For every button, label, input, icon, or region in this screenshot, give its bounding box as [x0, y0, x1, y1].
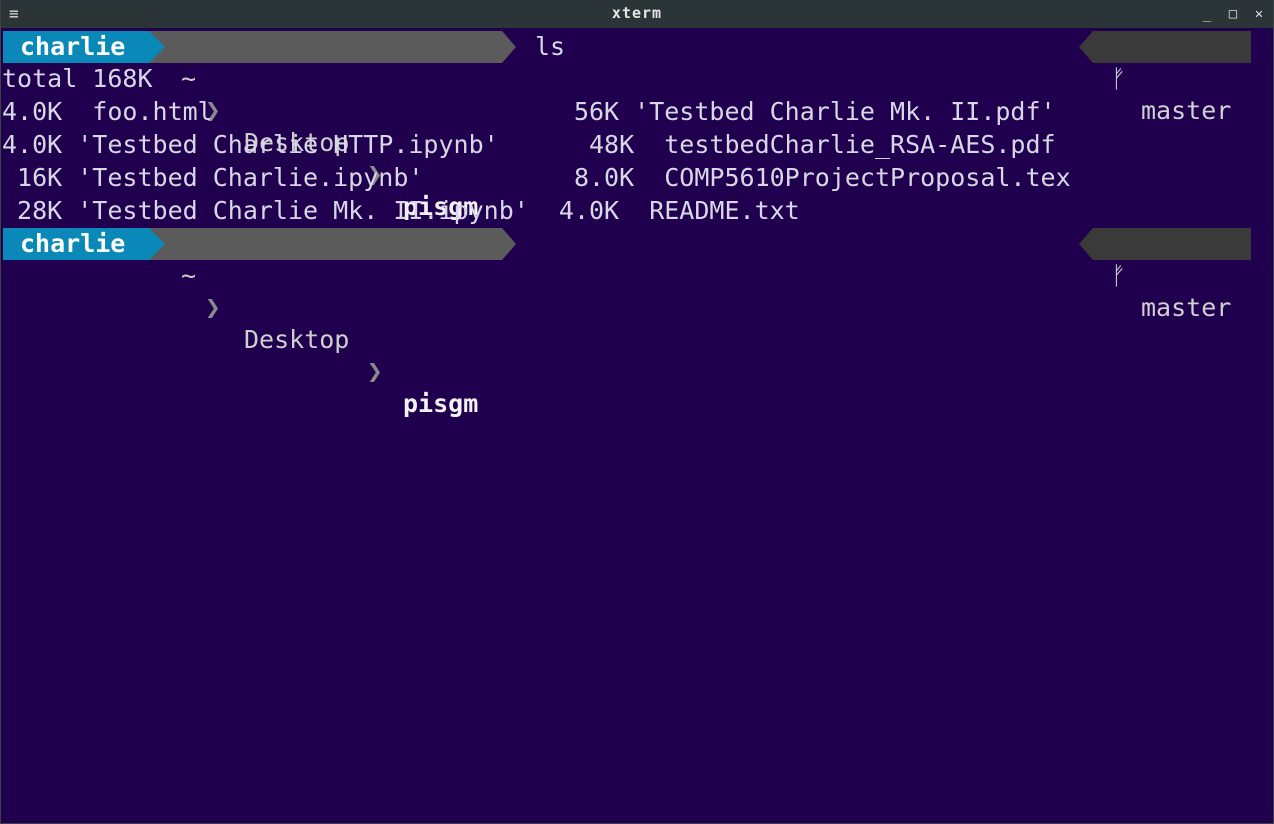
maximize-icon[interactable]: □	[1225, 4, 1241, 24]
prompt-current-dir: pisgm	[403, 389, 479, 418]
prompt-home: ~	[181, 64, 197, 93]
terminal-area[interactable]: charlie ~ ❯ Desktop ❯ pisgm ls ᚠ master …	[2, 28, 1272, 822]
prompt-arrow-icon	[502, 31, 516, 63]
prompt-arrow-icon	[149, 31, 165, 63]
window-title: xterm	[611, 4, 663, 22]
prompt-user-segment: charlie	[3, 31, 149, 63]
git-branch-icon: ᚠ	[1111, 261, 1127, 290]
prompt-line: charlie ~ ❯ Desktop ❯ pisgm ls ᚠ master	[3, 31, 1271, 221]
prompt-path-segment: ~ ❯ Desktop ❯ pisgm	[149, 228, 502, 418]
minimize-icon[interactable]: _	[1199, 4, 1215, 24]
git-branch-name: master	[1141, 96, 1232, 125]
git-branch-segment: ᚠ master	[1093, 228, 1251, 322]
command-text: ls	[535, 32, 566, 61]
output-line: 4.0K foo.html 56K 'Testbed Charlie Mk. I…	[2, 97, 1056, 126]
git-branch-icon: ᚠ	[1111, 64, 1127, 93]
title-bar[interactable]: ≡ xterm _ □ ✕	[1, 0, 1273, 28]
git-branch-name: master	[1141, 293, 1232, 322]
chevron-right-icon: ❯	[205, 293, 221, 323]
prompt-user-segment: charlie	[3, 228, 149, 260]
output-line: 4.0K 'Testbed Charlie HTTP.ipynb' 48K te…	[2, 130, 1056, 159]
close-icon[interactable]: ✕	[1251, 4, 1267, 24]
chevron-right-icon: ❯	[367, 357, 383, 387]
output-line: 28K 'Testbed Charlie Mk. II.ipynb' 4.0K …	[2, 196, 800, 225]
git-branch-segment: ᚠ master	[1093, 31, 1251, 125]
prompt-arrow-left-icon	[1079, 31, 1093, 63]
output-line: total 168K	[2, 64, 153, 93]
prompt-arrow-icon	[502, 228, 516, 260]
prompt-line: charlie ~ ❯ Desktop ❯ pisgm ᚠ master	[3, 228, 1271, 418]
output-line: 16K 'Testbed Charlie.ipynb' 8.0K COMP561…	[2, 163, 1071, 192]
prompt-path-segment: ~ ❯ Desktop ❯ pisgm	[149, 31, 502, 221]
prompt-dir-desktop: Desktop	[244, 325, 350, 354]
prompt-arrow-left-icon	[1079, 228, 1093, 260]
prompt-arrow-icon	[149, 228, 165, 260]
prompt-home: ~	[181, 261, 197, 290]
terminal-window: ≡ xterm _ □ ✕ charlie ~ ❯ Desktop ❯ pisg…	[0, 0, 1274, 824]
